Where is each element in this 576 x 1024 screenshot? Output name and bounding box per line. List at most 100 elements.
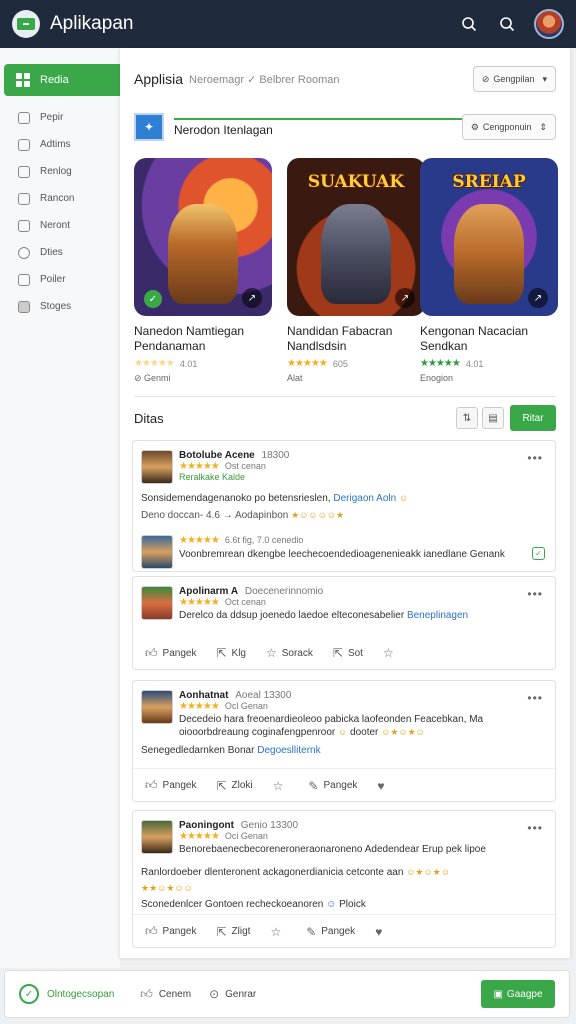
- avatar[interactable]: [141, 586, 173, 620]
- sidebar-item-8[interactable]: Stoges: [0, 293, 120, 320]
- share-button[interactable]: ⇱ Zloki: [216, 779, 252, 793]
- forward-button[interactable]: ⇱ Sot: [333, 646, 363, 660]
- review-header: Paoningont Genio 13300 ★★★★★ Oci Genan Be…: [141, 820, 486, 855]
- game-character: [321, 204, 391, 304]
- sidebar-item-6[interactable]: Dties: [0, 239, 120, 266]
- action-label: Pangek: [323, 780, 358, 791]
- more-options-icon[interactable]: •••: [527, 821, 543, 835]
- review-actions: 👍︎ Pangek ⇱ Zligt ☆ ✎ Pangek ♥: [133, 914, 555, 948]
- like-button[interactable]: 👍︎ Pangek: [145, 778, 196, 793]
- sidebar-item-1[interactable]: Pepir: [0, 104, 120, 131]
- emoji-icon: ☺★☺★☺: [381, 727, 425, 737]
- rating-value: 605: [332, 358, 348, 369]
- review-text-part: dooter: [350, 727, 379, 738]
- more-options-icon[interactable]: •••: [527, 451, 543, 465]
- avatar[interactable]: [141, 535, 173, 569]
- sidebar-item-7[interactable]: Poiler: [0, 266, 120, 293]
- category-header: ✦ Nerodon Itenlagan ⚙ Cengponuin ⇕: [134, 113, 556, 141]
- category-icon: ✦: [134, 113, 164, 141]
- review-text-part: Ranlordoeber dlenteronent ackagonerdiani…: [141, 867, 404, 878]
- review-text: Ranlordoeber dlenteronent ackagonerdiani…: [141, 867, 450, 878]
- action-label: Zligt: [231, 926, 251, 937]
- like-button[interactable]: 👍︎ Pangek: [145, 646, 196, 661]
- reviewer-name[interactable]: Botolube Acene 18300: [179, 450, 289, 461]
- favorite-button[interactable]: ☆: [273, 779, 289, 793]
- comment-button[interactable]: ✎ Pangek: [306, 925, 355, 939]
- avatar[interactable]: [141, 820, 173, 854]
- review-rating: ★★★★★ Ost cenan: [179, 461, 289, 472]
- star-outline-icon: ☆: [382, 646, 394, 660]
- more-options-icon[interactable]: •••: [527, 587, 543, 601]
- filter-icon[interactable]: ▤: [482, 407, 504, 429]
- add-review-button[interactable]: Ritar: [510, 405, 556, 431]
- review-text-part: oiooorbdreaung coginafengpenroor: [179, 727, 336, 738]
- sidebar-item-3[interactable]: Renlog: [0, 158, 120, 185]
- review-link[interactable]: Ploick: [339, 899, 366, 910]
- sidebar-item-5[interactable]: Neront: [0, 212, 120, 239]
- header-dropdown-button[interactable]: ⊘ Gengpilan ▾: [472, 66, 556, 92]
- more-options-icon[interactable]: •••: [527, 691, 543, 705]
- review-text-part: Sonsidemendagenanoko po betensrieslen,: [141, 493, 331, 504]
- search-alt-icon[interactable]: [496, 13, 518, 35]
- sidebar-item-label: Adtims: [40, 139, 71, 150]
- game-card[interactable]: ✓ ↗ Nanedon Namtiegan Pendanaman ★★★★★ 4.…: [134, 158, 272, 384]
- search-icon[interactable]: [458, 13, 480, 35]
- game-card[interactable]: SUAKUAK ↗ Nandidan Fabacran Nandlsdsin ★…: [287, 158, 425, 383]
- sidebar-item-2[interactable]: Adtims: [0, 131, 120, 158]
- share-button[interactable]: ⇱ Zligt: [216, 925, 250, 939]
- review-card: ••• Paoningont Genio 13300 ★★★★★ Oci Gena…: [132, 810, 556, 948]
- bookmark-button[interactable]: ☆: [383, 646, 399, 660]
- like-button[interactable]: 👍︎ Cenem: [140, 987, 191, 1002]
- game-cover[interactable]: SREIAP ↗: [420, 158, 558, 316]
- game-cover[interactable]: SUAKUAK ↗: [287, 158, 425, 316]
- sidebar-item-label: Poiler: [40, 274, 66, 285]
- edit-icon: ✎: [308, 778, 319, 793]
- comment-button[interactable]: ✎ Pangek: [308, 779, 357, 793]
- sidebar-item-4[interactable]: Rancon: [0, 185, 120, 212]
- game-title[interactable]: Nandidan Fabacran Nandlsdsin: [287, 324, 425, 354]
- user-avatar[interactable]: [534, 9, 564, 39]
- review-tag: Reralkake Kalde: [179, 472, 246, 482]
- game-rating: ★★★★★ 605: [287, 358, 425, 369]
- avatar[interactable]: [141, 450, 173, 484]
- heart-button[interactable]: ♥: [377, 779, 389, 793]
- share-icon[interactable]: ↗: [528, 288, 548, 308]
- game-cover[interactable]: ✓ ↗: [134, 158, 272, 316]
- settings-button[interactable]: ⊙ Genrar: [209, 987, 256, 1001]
- review-link[interactable]: Derigaon Aoln: [333, 493, 396, 504]
- share-icon[interactable]: ↗: [395, 288, 415, 308]
- heart-button[interactable]: ♥: [375, 925, 387, 939]
- review-subtitle: Ost cenan: [224, 461, 266, 471]
- like-button[interactable]: 👍︎ Pangek: [145, 924, 196, 939]
- favorite-button[interactable]: ☆: [270, 925, 286, 939]
- primary-action-label: Gaagpe: [506, 988, 543, 1000]
- sidebar-item-active[interactable]: Redia: [4, 64, 120, 96]
- reviewer-name[interactable]: Aonhatnat Aoeal 13300: [179, 690, 483, 701]
- reviewer-name[interactable]: Apolinarm A Doecenerinnomio: [179, 586, 468, 597]
- game-title[interactable]: Nanedon Namtiegan Pendanaman: [134, 324, 272, 354]
- category-dropdown-label: Cengponuin: [482, 122, 532, 132]
- review-card: ••• Apolinarm A Doecenerinnomio ★★★★★ Oct…: [132, 576, 556, 670]
- reply-check-icon[interactable]: ✓: [532, 547, 545, 560]
- rating-stars: ★★★★★: [179, 597, 220, 608]
- share-icon: ⇱: [216, 646, 227, 660]
- bottom-item-label: Genrar: [225, 988, 257, 1000]
- reviewer-extra: Genio 13300: [240, 820, 299, 831]
- favorite-button[interactable]: ☆ Sorack: [266, 646, 313, 660]
- share-icon[interactable]: ↗: [242, 288, 262, 308]
- review-link[interactable]: Beneplinagen: [407, 610, 468, 621]
- share-button[interactable]: ⇱ Klg: [216, 646, 246, 660]
- sort-icon[interactable]: ⇅: [456, 407, 478, 429]
- review-meta: Deno doccan- 4.6 → Aodapinbon ★☺☺☺☺★: [141, 510, 344, 521]
- app-title: Aplikapan: [50, 13, 134, 34]
- reviewer-name-text: Aonhatnat: [179, 690, 229, 701]
- game-card[interactable]: SREIAP ↗ Kengonan Nacacian Sendkan ★★★★★…: [420, 158, 558, 383]
- review-link[interactable]: Degoeslliternk: [257, 745, 320, 756]
- emoji-icon: ★☺☺☺☺★: [291, 510, 345, 520]
- avatar[interactable]: [141, 690, 173, 724]
- sidebar-item-label: Neront: [40, 220, 71, 231]
- game-title[interactable]: Kengonan Nacacian Sendkan: [420, 324, 558, 354]
- category-dropdown-button[interactable]: ⚙ Cengponuin ⇕: [461, 114, 556, 140]
- primary-action-button[interactable]: ▣ Gaagpe: [481, 980, 555, 1008]
- reviewer-name[interactable]: Paoningont Genio 13300: [179, 820, 486, 831]
